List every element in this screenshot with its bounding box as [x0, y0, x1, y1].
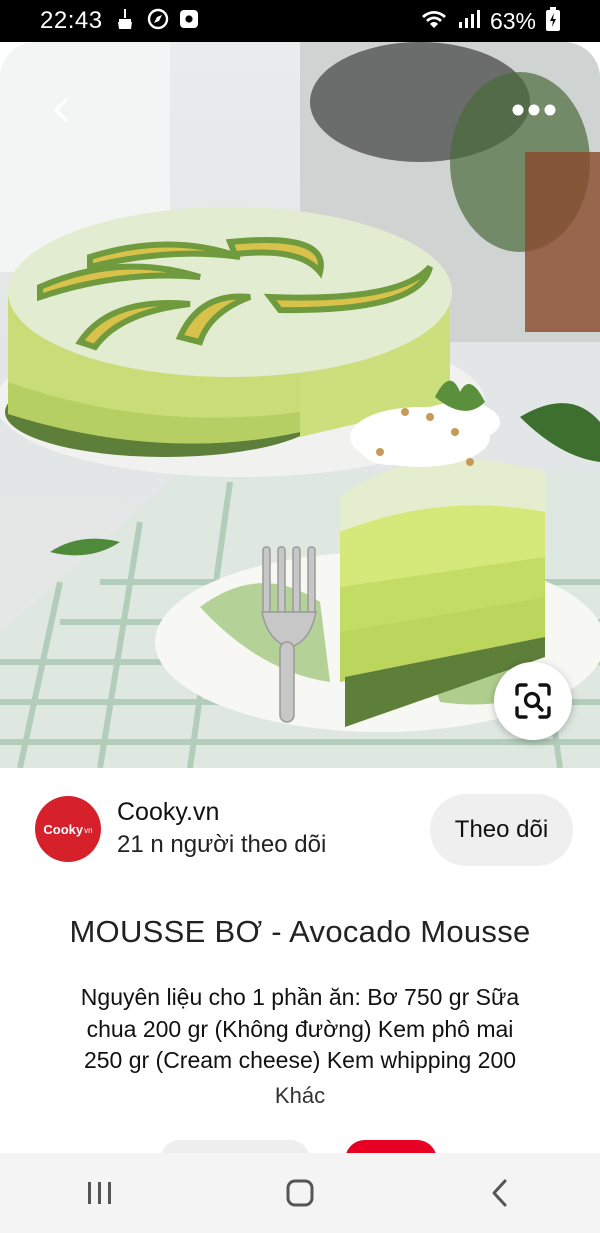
chevron-left-icon — [54, 98, 68, 122]
battery-charging-icon — [546, 6, 560, 36]
avatar-logo-text: Cooky — [43, 821, 84, 837]
cake-photo — [0, 42, 600, 768]
battery-percent: 63% — [489, 7, 536, 34]
publisher-avatar[interactable]: Cooky vn — [35, 796, 101, 862]
follow-button[interactable]: Theo dõi — [430, 794, 573, 866]
more-options-button[interactable] — [502, 84, 566, 136]
wifi-icon — [420, 8, 448, 35]
home-icon — [286, 1179, 314, 1207]
visual-search-icon — [515, 683, 551, 719]
save-button[interactable] — [345, 1140, 437, 1153]
screen-record-icon — [179, 9, 199, 34]
pin-description: Nguyên liệu cho 1 phần ăn: Bơ 750 gr Sữa… — [80, 984, 520, 1073]
status-time: 22:43 — [40, 7, 103, 34]
pin-image[interactable] — [0, 42, 600, 768]
recent-apps-button[interactable] — [60, 1163, 140, 1223]
pin-title: MOUSSE BƠ - Avocado Mousse — [69, 914, 531, 949]
back-icon — [492, 1179, 507, 1207]
signal-icon — [458, 9, 480, 34]
back-button[interactable] — [36, 84, 88, 136]
pin-details: Cooky vn Cooky.vn 21 n người theo dõi The… — [0, 768, 600, 1153]
home-button[interactable] — [260, 1163, 340, 1223]
visit-button[interactable] — [160, 1140, 310, 1153]
publisher-name[interactable]: Cooky.vn — [117, 798, 219, 827]
compass-icon — [147, 8, 169, 35]
publisher-followers: 21 n người theo dõi — [117, 831, 327, 858]
system-nav-bar — [0, 1153, 600, 1233]
recent-apps-icon — [88, 1182, 111, 1204]
more-dots-icon — [512, 104, 556, 116]
avatar-logo-suffix: vn — [84, 826, 93, 835]
broom-icon — [113, 7, 137, 36]
more-link[interactable]: Khác — [0, 1083, 600, 1109]
status-bar: 22:43 63% — [0, 0, 600, 42]
back-nav-button[interactable] — [460, 1163, 540, 1223]
visual-search-button[interactable] — [494, 662, 572, 740]
